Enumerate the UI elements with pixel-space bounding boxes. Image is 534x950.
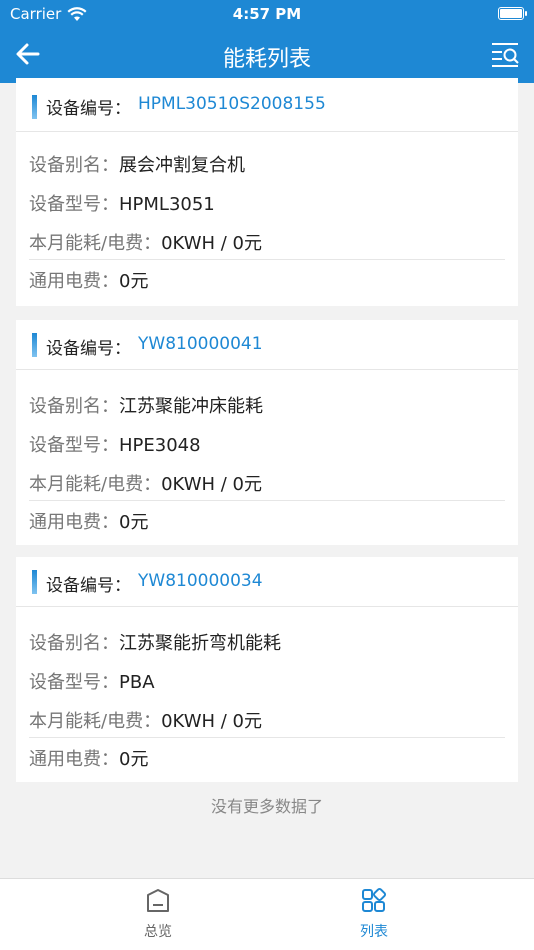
alias-row: 设备别名：江苏聚能冲床能耗	[29, 392, 505, 418]
alias-row: 设备别名：江苏聚能折弯机能耗	[29, 629, 505, 655]
general-fee-value: 0元	[119, 749, 149, 770]
model-label: 设备型号：	[29, 194, 119, 215]
device-card[interactable]: 设备编号： HPML30510S2008155 设备别名：展会冲割复合机 设备型…	[16, 78, 518, 306]
status-bar: Carrier 4:57 PM	[0, 0, 534, 28]
energy-row: 本月能耗/电费：0KWH / 0元	[29, 229, 505, 255]
general-fee-label: 通用电费：	[29, 512, 119, 533]
energy-value: 0KWH / 0元	[161, 711, 262, 732]
divider	[29, 259, 505, 260]
model-row: 设备型号：HPE3048	[29, 431, 505, 457]
general-fee-label: 通用电费：	[29, 271, 119, 292]
model-value: HPE3048	[119, 435, 201, 456]
device-no-value: HPML30510S2008155	[138, 94, 326, 114]
energy-row: 本月能耗/电费：0KWH / 0元	[29, 707, 505, 733]
alias-value: 江苏聚能折弯机能耗	[119, 633, 281, 654]
general-fee-row: 通用电费：0元	[29, 267, 505, 293]
energy-value: 0KWH / 0元	[161, 233, 262, 254]
card-header: 设备编号： HPML30510S2008155	[16, 78, 518, 132]
alias-value: 江苏聚能冲床能耗	[119, 396, 263, 417]
model-row: 设备型号：PBA	[29, 668, 505, 694]
tab-bar: 总览 列表	[0, 878, 534, 950]
model-label: 设备型号：	[29, 435, 119, 456]
grid-icon	[362, 887, 387, 912]
tab-overview-label: 总览	[144, 924, 172, 940]
list-search-icon[interactable]	[490, 40, 522, 70]
device-card[interactable]: 设备编号： YW810000034 设备别名：江苏聚能折弯机能耗 设备型号：PB…	[16, 557, 518, 782]
device-no-label: 设备编号：	[46, 99, 131, 119]
status-time: 4:57 PM	[232, 5, 302, 23]
device-no-value: YW810000034	[138, 571, 263, 591]
tab-list-label: 列表	[360, 924, 388, 940]
accent-bar	[32, 333, 37, 357]
energy-label: 本月能耗/电费：	[29, 711, 162, 732]
card-header: 设备编号： YW810000034	[16, 557, 518, 607]
device-no-value: YW810000041	[138, 334, 263, 354]
model-label: 设备型号：	[29, 672, 119, 693]
general-fee-label: 通用电费：	[29, 749, 119, 770]
model-value: PBA	[119, 672, 155, 693]
tab-list[interactable]: 列表	[334, 887, 414, 941]
no-more-data-text: 没有更多数据了	[210, 797, 323, 816]
general-fee-value: 0元	[119, 271, 149, 292]
home-icon	[147, 889, 169, 912]
alias-value: 展会冲割复合机	[119, 155, 245, 176]
device-card[interactable]: 设备编号： YW810000041 设备别名：江苏聚能冲床能耗 设备型号：HPE…	[16, 320, 518, 545]
nav-bar: 能耗列表	[0, 30, 534, 80]
accent-bar	[32, 95, 37, 119]
alias-row: 设备别名：展会冲割复合机	[29, 151, 505, 177]
general-fee-value: 0元	[119, 512, 149, 533]
alias-label: 设备别名：	[29, 155, 119, 176]
alias-label: 设备别名：	[29, 633, 119, 654]
energy-label: 本月能耗/电费：	[29, 233, 162, 254]
divider	[29, 500, 505, 501]
device-no-label: 设备编号：	[46, 339, 131, 359]
model-value: HPML3051	[119, 194, 215, 215]
battery-icon	[498, 7, 527, 20]
energy-value: 0KWH / 0元	[161, 474, 262, 495]
energy-label: 本月能耗/电费：	[29, 474, 162, 495]
card-header: 设备编号： YW810000041	[16, 320, 518, 370]
device-no-label: 设备编号：	[46, 576, 131, 596]
top-bar: Carrier 4:57 PM 能耗列表	[0, 0, 534, 83]
general-fee-row: 通用电费：0元	[29, 508, 505, 534]
general-fee-row: 通用电费：0元	[29, 745, 505, 771]
divider	[29, 737, 505, 738]
alias-label: 设备别名：	[29, 396, 119, 417]
model-row: 设备型号：HPML3051	[29, 190, 505, 216]
energy-row: 本月能耗/电费：0KWH / 0元	[29, 470, 505, 496]
page-title: 能耗列表	[222, 47, 311, 72]
accent-bar	[32, 570, 37, 594]
tab-overview[interactable]: 总览	[118, 887, 198, 941]
